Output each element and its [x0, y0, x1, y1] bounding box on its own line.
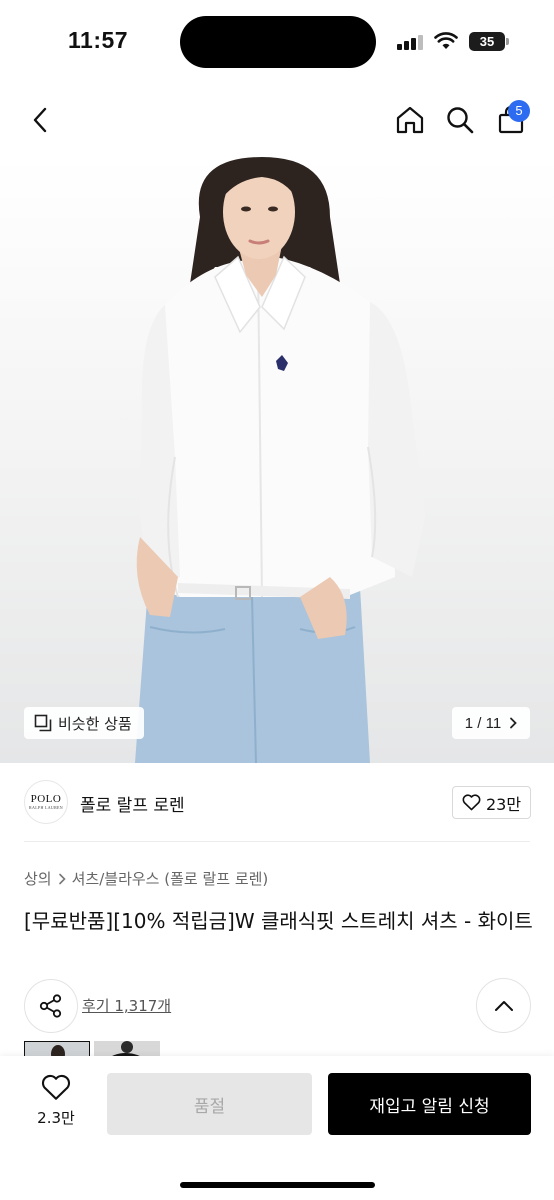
- product-image[interactable]: [0, 157, 554, 763]
- brand-name[interactable]: 폴로 랄프 로렌: [80, 791, 185, 816]
- brand-row: POLO RALPH LAUREN 폴로 랄프 로렌 23만: [0, 770, 554, 840]
- cart-button[interactable]: [489, 90, 533, 150]
- home-indicator: [180, 1182, 375, 1188]
- back-icon: [33, 107, 47, 133]
- share-button[interactable]: [24, 979, 78, 1033]
- product-title: [무료반품][10% 적립금]W 클래식핏 스트레치 셔츠 - 화이트: [24, 909, 533, 933]
- home-icon: [396, 106, 424, 134]
- brand-logo[interactable]: POLO RALPH LAUREN: [24, 780, 68, 824]
- cellular-signal-icon: [397, 34, 423, 50]
- scroll-top-button[interactable]: [476, 978, 531, 1033]
- share-icon: [39, 994, 62, 1018]
- breadcrumb-subcategory[interactable]: 셔츠/블라우스 (폴로 랄프 로렌): [72, 868, 269, 889]
- battery-tip: [506, 38, 509, 45]
- image-pager-count: 1 / 11: [464, 714, 502, 732]
- brand-logo-text: POLO: [30, 793, 62, 805]
- back-button[interactable]: [18, 90, 62, 150]
- breadcrumb: 상의 셔츠/블라우스 (폴로 랄프 로렌): [24, 868, 268, 889]
- wifi-icon: [434, 32, 458, 49]
- search-icon: [447, 107, 474, 134]
- restock-alert-button[interactable]: 재입고 알림 신청: [328, 1073, 531, 1135]
- similar-products-icon: [34, 714, 52, 732]
- heart-icon: [462, 794, 481, 811]
- status-time: 11:57: [68, 27, 129, 53]
- cart-count-badge: 5: [508, 100, 530, 122]
- top-nav: [0, 90, 554, 150]
- brand-like-count: 23만: [485, 794, 522, 814]
- chevron-right-icon: [58, 873, 66, 884]
- status-bar: 11:57 35: [0, 0, 554, 80]
- search-button[interactable]: [438, 90, 482, 150]
- dynamic-island: [180, 16, 376, 68]
- divider: [24, 841, 530, 842]
- image-pager[interactable]: 1 / 11: [452, 707, 530, 739]
- brand-logo-subtext: RALPH LAUREN: [29, 805, 63, 810]
- bottom-action-bar: 2.3만 품절 재입고 알림 신청: [0, 1056, 554, 1200]
- brand-like-button[interactable]: 23만: [452, 786, 531, 819]
- similar-products-label: 비슷한 상품: [58, 714, 132, 733]
- wishlist-count: 2.3만: [37, 1109, 75, 1127]
- home-button[interactable]: [388, 90, 432, 150]
- chevron-right-icon: [510, 717, 517, 729]
- similar-products-button[interactable]: 비슷한 상품: [24, 707, 144, 739]
- model-illustration: [135, 157, 425, 763]
- wishlist-button[interactable]: 2.3만: [24, 1074, 88, 1138]
- breadcrumb-category[interactable]: 상의: [24, 868, 52, 889]
- heart-icon: [41, 1074, 71, 1100]
- soldout-button: 품절: [107, 1073, 312, 1135]
- chevron-up-icon: [494, 1000, 513, 1011]
- review-link[interactable]: 후기 1,317개: [82, 995, 171, 1016]
- battery-icon: 35: [469, 32, 505, 51]
